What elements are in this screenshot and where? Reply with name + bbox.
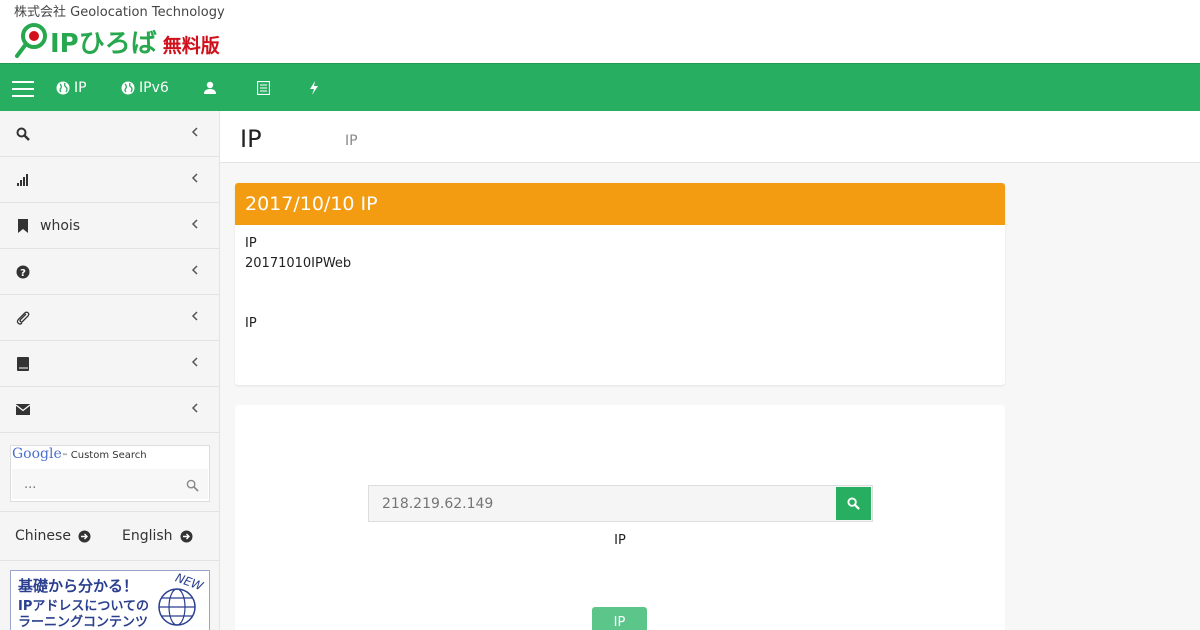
sidebar-item-guide[interactable]: [0, 341, 219, 387]
bookmark-icon: [16, 218, 30, 233]
search-icon: [847, 497, 860, 510]
chevron-left-icon: [191, 402, 199, 418]
sidebar-item-help[interactable]: ?: [0, 249, 219, 295]
sidebar-item-links[interactable]: [0, 295, 219, 341]
globe-icon: [121, 81, 135, 95]
sidebar-item-label: whois: [40, 217, 81, 234]
company-name: 株式会社 Geolocation Technology: [14, 5, 225, 20]
paperclip-icon: [16, 311, 30, 325]
banner-line-3: ラーニングコンテンツ: [18, 615, 149, 630]
list-icon: [257, 81, 270, 95]
logo-text: IPひろば: [50, 28, 157, 59]
page-subtitle: IP: [345, 133, 358, 149]
notice-line-2: 20171010IPWeb: [245, 256, 352, 271]
sidebar-item-search[interactable]: [0, 111, 219, 157]
nav-ip-label: IP: [74, 80, 87, 96]
sidebar-item-stats[interactable]: [0, 157, 219, 203]
ip-search-caption: IP: [614, 533, 626, 548]
sidebar-item-whois[interactable]: whois: [0, 203, 219, 249]
notice-box: 2017/10/10 IP IP 20171010IPWeb IP: [235, 183, 1005, 385]
sidebar: whois ? Google ™ Custom Search ... Chine…: [0, 111, 220, 630]
chevron-left-icon: [191, 264, 199, 280]
arrow-circle-right-icon: [78, 530, 91, 542]
svg-text:?: ?: [20, 268, 26, 279]
google-custom-search: Google ™ Custom Search: [10, 445, 210, 502]
map-pin-icon: [14, 22, 48, 60]
logo-edition: 無料版: [162, 34, 220, 57]
notice-line-1: IP: [245, 236, 257, 251]
site-logo[interactable]: IPひろば 無料版: [14, 22, 220, 60]
page: 株式会社 Geolocation Technology IPひろば 無料版 IP…: [0, 0, 1200, 630]
bolt-icon: [310, 81, 318, 95]
hamburger-menu-icon[interactable]: [12, 81, 34, 97]
nav-user[interactable]: [203, 64, 221, 112]
ip-submit-button[interactable]: IP: [592, 607, 647, 630]
lang-chinese[interactable]: Chinese: [15, 528, 91, 544]
notice-line-3: IP: [245, 316, 257, 331]
banner-line-1: 基礎から分かる！: [18, 577, 139, 595]
ip-search-panel: IP IP: [235, 405, 1005, 630]
notice-heading: 2017/10/10 IP: [235, 183, 1005, 225]
content-header: IP IP: [220, 111, 1200, 163]
main-content: IP IP 2017/10/10 IP IP 20171010IPWeb IP …: [220, 111, 1200, 630]
book-icon: [16, 356, 30, 371]
google-search-input[interactable]: [12, 469, 208, 499]
arrow-circle-right-icon: [180, 530, 193, 542]
lang-english[interactable]: English: [122, 528, 193, 544]
nav-ipv6-label: IPv6: [139, 80, 169, 96]
bar-chart-icon: [16, 173, 30, 187]
lang-label: English: [122, 528, 173, 544]
language-switcher: Chinese English: [0, 511, 219, 561]
globe-icon: [56, 81, 70, 95]
envelope-icon: [16, 403, 30, 417]
chevron-left-icon: [191, 126, 199, 142]
nav-ip[interactable]: IP: [56, 64, 87, 112]
ip-search-group: [368, 485, 873, 522]
chevron-left-icon: [191, 172, 199, 188]
top-header: 株式会社 Geolocation Technology IPひろば 無料版: [0, 0, 1200, 63]
lang-label: Chinese: [15, 528, 71, 544]
sidebar-item-contact[interactable]: [0, 387, 219, 433]
search-icon[interactable]: [186, 477, 199, 496]
ip-search-input[interactable]: [369, 486, 835, 521]
chevron-left-icon: [191, 218, 199, 234]
google-search-brand: Google ™ Custom Search: [12, 446, 147, 462]
google-search-suffix: Custom Search: [70, 450, 147, 461]
learning-content-banner[interactable]: 基礎から分かる！ IPアドレスについての ラーニングコンテンツ NEW: [10, 570, 210, 630]
nav-bolt[interactable]: [309, 64, 323, 112]
search-icon: [16, 127, 30, 141]
question-icon: ?: [16, 265, 30, 279]
chevron-left-icon: [191, 310, 199, 326]
google-logo: Google: [12, 446, 62, 462]
nav-list[interactable]: [257, 64, 274, 112]
page-title: IP: [240, 125, 262, 153]
user-icon: [204, 81, 216, 94]
chevron-left-icon: [191, 356, 199, 372]
main-navbar: IP IPv6: [0, 63, 1200, 111]
nav-ipv6[interactable]: IPv6: [121, 64, 169, 112]
globe-icon: [158, 588, 196, 626]
ip-search-button[interactable]: [836, 487, 871, 520]
